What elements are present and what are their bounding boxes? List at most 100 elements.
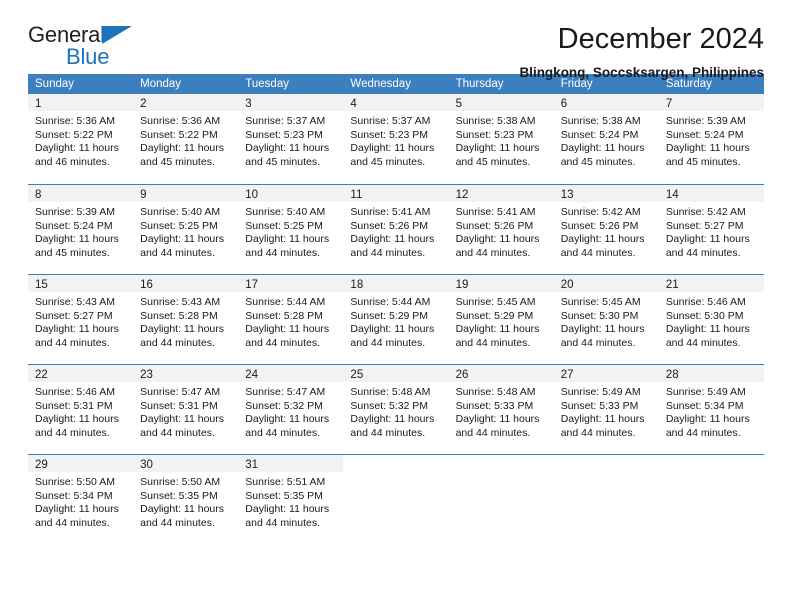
day-details: Sunrise: 5:45 AM Sunset: 5:29 PM Daylight:… [449, 292, 554, 350]
logo-text-general: General [28, 22, 105, 47]
day-cell[interactable]: 21 Sunrise: 5:46 AM Sunset: 5:30 PM Dayligh… [658, 275, 764, 364]
daylight-text-line2: and 44 minutes. [350, 246, 426, 259]
day-cell[interactable]: 3 Sunrise: 5:37 AM Sunset: 5:23 PM Daylight… [238, 94, 344, 184]
day-cell[interactable]: 9 Sunrise: 5:40 AM Sunset: 5:25 PM Daylight… [133, 185, 239, 274]
sunset-text: Sunset: 5:29 PM [455, 309, 534, 322]
day-number: 13 [560, 189, 574, 201]
day-cell[interactable]: 6 Sunrise: 5:38 AM Sunset: 5:24 PM Daylight… [553, 94, 659, 184]
day-cell[interactable]: 20 Sunrise: 5:45 AM Sunset: 5:30 PM Dayligh… [553, 275, 659, 364]
day-cell[interactable]: 2 Sunrise: 5:36 AM Sunset: 5:22 PM Daylight… [133, 94, 239, 184]
day-cell[interactable]: 18 Sunrise: 5:44 AM Sunset: 5:29 PM Dayligh… [343, 275, 449, 364]
day-cell[interactable]: 7 Sunrise: 5:39 AM Sunset: 5:24 PM Daylight… [658, 94, 764, 184]
sunrise-text: Sunrise: 5:44 AM [245, 296, 326, 308]
day-details: Sunrise: 5:38 AM Sunset: 5:23 PM Daylight:… [449, 111, 554, 169]
sunset-text: Sunset: 5:24 PM [665, 128, 744, 141]
day-cell[interactable]: 26 Sunrise: 5:48 AM Sunset: 5:33 PM Dayligh… [448, 365, 554, 454]
day-cell[interactable]: 25 Sunrise: 5:48 AM Sunset: 5:32 PM Dayligh… [343, 365, 449, 454]
day-cell[interactable]: 22 Sunrise: 5:46 AM Sunset: 5:31 PM Dayligh… [28, 365, 134, 454]
daylight-text-line2: and 45 minutes. [245, 155, 320, 168]
day-details: Sunrise: 5:46 AM Sunset: 5:31 PM Daylight:… [28, 382, 133, 440]
day-number: 22 [35, 369, 48, 381]
weekday-header-saturday: Saturday [665, 78, 712, 90]
day-details: Sunrise: 5:50 AM Sunset: 5:35 PM Daylight:… [133, 472, 238, 530]
day-number-band: 13 [553, 185, 659, 202]
sunset-text: Sunset: 5:35 PM [245, 489, 323, 502]
day-cell[interactable]: 30 Sunrise: 5:50 AM Sunset: 5:35 PM Dayligh… [133, 455, 239, 544]
daylight-text-line1: Daylight: 11 hours [455, 233, 540, 246]
day-cell[interactable]: 28 Sunrise: 5:49 AM Sunset: 5:34 PM Dayligh… [658, 365, 764, 454]
day-number: 16 [140, 279, 153, 291]
sunset-text: Sunset: 5:24 PM [35, 219, 113, 232]
sunset-text: Sunset: 5:33 PM [560, 399, 639, 412]
day-number-band: 16 [133, 275, 239, 292]
sunset-text: Sunset: 5:27 PM [35, 309, 113, 322]
day-number-band: 22 [28, 365, 134, 382]
daylight-text-line2: and 44 minutes. [560, 336, 636, 349]
weekday-header-tuesday: Tuesday [245, 78, 289, 90]
daylight-text-line2: and 44 minutes. [140, 516, 215, 529]
day-cell[interactable]: 17 Sunrise: 5:44 AM Sunset: 5:28 PM Dayligh… [238, 275, 344, 364]
sunrise-text: Sunrise: 5:43 AM [35, 296, 115, 308]
weekday-header-thursday: Thursday [455, 78, 504, 90]
day-cell[interactable]: 8 Sunrise: 5:39 AM Sunset: 5:24 PM Daylight… [28, 185, 134, 274]
day-details: Sunrise: 5:50 AM Sunset: 5:34 PM Daylight:… [28, 472, 133, 530]
day-details: Sunrise: 5:36 AM Sunset: 5:22 PM Daylight:… [28, 111, 133, 169]
day-details: Sunrise: 5:43 AM Sunset: 5:27 PM Daylight:… [28, 292, 133, 350]
day-number: 29 [35, 459, 48, 471]
day-cell[interactable]: 23 Sunrise: 5:47 AM Sunset: 5:31 PM Dayligh… [133, 365, 239, 454]
day-cell[interactable]: 11 Sunrise: 5:41 AM Sunset: 5:26 PM Dayligh… [343, 185, 449, 274]
daylight-text-line1: Daylight: 11 hours [35, 233, 119, 246]
day-cell[interactable]: 4 Sunrise: 5:37 AM Sunset: 5:23 PM Daylight… [343, 94, 449, 184]
day-cell[interactable]: 5 Sunrise: 5:38 AM Sunset: 5:23 PM Daylight… [448, 94, 554, 184]
sunrise-text: Sunrise: 5:36 AM [140, 115, 221, 127]
day-number: 19 [455, 279, 469, 291]
day-number: 7 [665, 98, 673, 110]
daylight-text-line1: Daylight: 11 hours [35, 413, 119, 426]
day-cell[interactable]: 29 Sunrise: 5:50 AM Sunset: 5:34 PM Dayligh… [28, 455, 134, 544]
daylight-text-line2: and 44 minutes. [665, 336, 741, 349]
weekday-header-wednesday: Wednesday [350, 78, 411, 90]
sunset-text: Sunset: 5:34 PM [665, 399, 744, 412]
day-number-band: 12 [448, 185, 554, 202]
day-cell[interactable]: 24 Sunrise: 5:47 AM Sunset: 5:32 PM Dayligh… [238, 365, 344, 454]
sunset-text: Sunset: 5:22 PM [35, 128, 113, 141]
day-cell[interactable]: 15 Sunrise: 5:43 AM Sunset: 5:27 PM Dayligh… [28, 275, 134, 364]
day-number-band: 2 [133, 94, 239, 111]
day-cell[interactable]: 13 Sunrise: 5:42 AM Sunset: 5:26 PM Dayligh… [553, 185, 659, 274]
sunrise-text: Sunrise: 5:44 AM [350, 296, 431, 308]
daylight-text-line1: Daylight: 11 hours [140, 503, 224, 516]
sunset-text: Sunset: 5:33 PM [455, 399, 534, 412]
day-number: 21 [665, 279, 679, 291]
day-number: 4 [350, 98, 357, 110]
sunset-text: Sunset: 5:28 PM [140, 309, 218, 322]
day-cell[interactable]: 12 Sunrise: 5:41 AM Sunset: 5:26 PM Dayligh… [448, 185, 554, 274]
sunrise-text: Sunrise: 5:46 AM [35, 386, 115, 398]
day-details: Sunrise: 5:51 AM Sunset: 5:35 PM Daylight:… [238, 472, 343, 530]
day-number-band: 7 [658, 94, 764, 111]
sunset-text: Sunset: 5:32 PM [350, 399, 429, 412]
day-cell[interactable]: 27 Sunrise: 5:49 AM Sunset: 5:33 PM Dayligh… [553, 365, 659, 454]
daylight-text-line2: and 44 minutes. [245, 516, 320, 529]
day-cell[interactable]: 14 Sunrise: 5:42 AM Sunset: 5:27 PM Dayligh… [658, 185, 764, 274]
day-cell-empty [658, 455, 764, 544]
sunrise-text: Sunrise: 5:43 AM [140, 296, 221, 308]
sunrise-text: Sunrise: 5:45 AM [560, 296, 641, 308]
day-details: Sunrise: 5:39 AM Sunset: 5:24 PM Daylight:… [28, 202, 133, 260]
day-number: 5 [455, 98, 462, 110]
daylight-text-line1: Daylight: 11 hours [665, 142, 750, 155]
day-cell[interactable]: 10 Sunrise: 5:40 AM Sunset: 5:25 PM Dayligh… [238, 185, 344, 274]
daylight-text-line2: and 44 minutes. [350, 336, 426, 349]
daylight-text-line2: and 45 minutes. [35, 246, 110, 259]
day-cell[interactable]: 16 Sunrise: 5:43 AM Sunset: 5:28 PM Dayligh… [133, 275, 239, 364]
day-details: Sunrise: 5:45 AM Sunset: 5:30 PM Daylight:… [554, 292, 659, 350]
generalblue-logo[interactable]: General Blue [28, 24, 148, 70]
daylight-text-line1: Daylight: 11 hours [245, 503, 330, 516]
day-cell[interactable]: 19 Sunrise: 5:45 AM Sunset: 5:29 PM Dayligh… [448, 275, 554, 364]
day-cell[interactable]: 1 Sunrise: 5:36 AM Sunset: 5:22 PM Daylight… [28, 94, 134, 184]
day-number-band: 17 [238, 275, 344, 292]
day-number: 18 [350, 279, 364, 291]
daylight-text-line1: Daylight: 11 hours [140, 142, 224, 155]
sunrise-text: Sunrise: 5:39 AM [665, 115, 746, 127]
daylight-text-line2: and 44 minutes. [245, 246, 320, 259]
day-cell[interactable]: 31 Sunrise: 5:51 AM Sunset: 5:35 PM Dayligh… [238, 455, 344, 544]
